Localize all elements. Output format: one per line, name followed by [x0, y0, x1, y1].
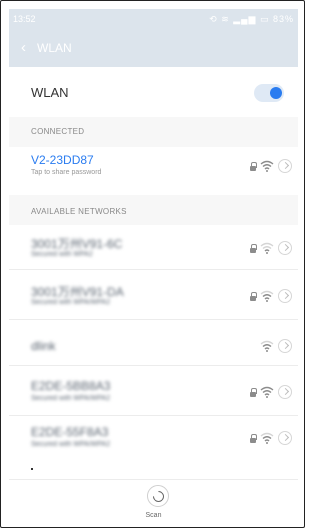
wifi-icon	[260, 242, 274, 254]
page-title: WLAN	[37, 41, 72, 55]
scan-bar: Scan	[9, 479, 298, 527]
available-section-band: AVAILABLE NETWORKS	[9, 195, 298, 225]
network-row[interactable]: dlink	[9, 327, 298, 365]
network-name: 3001万州V91-DA	[31, 285, 124, 299]
phone-frame: 13:52 ⟲ ≋ ▂▄▆ ▭ 83% ‹ WLAN WLAN CONNECTE…	[0, 0, 305, 528]
network-details-icon[interactable]	[278, 339, 292, 353]
wifi-icon	[260, 290, 274, 302]
divider	[9, 415, 298, 416]
connected-section-label: CONNECTED	[31, 127, 85, 136]
network-details-icon[interactable]	[278, 289, 292, 303]
network-row[interactable]: 3001万州V91-6C Secured with WPA2	[9, 229, 298, 267]
network-icons	[260, 337, 292, 355]
network-row[interactable]: E2DE-5BB8A3 Secured with WPA/WPA2	[9, 373, 298, 411]
network-name: E2DE-5BB8A3	[31, 379, 111, 393]
network-details-icon[interactable]	[278, 431, 292, 445]
divider	[9, 319, 298, 320]
network-icons	[250, 157, 292, 175]
network-subtitle: Secured with WPA/WPA2	[31, 299, 111, 306]
available-section-label: AVAILABLE NETWORKS	[31, 207, 127, 216]
lock-icon	[250, 387, 257, 397]
wlan-toggle[interactable]	[254, 84, 284, 102]
lock-icon	[250, 161, 257, 171]
toggle-knob	[270, 87, 282, 99]
wlan-label: WLAN	[31, 85, 69, 100]
connected-section-band: CONNECTED	[9, 117, 298, 147]
lock-icon	[250, 291, 257, 301]
network-name: dlink	[31, 339, 56, 353]
network-name: 3001万州V91-6C	[31, 237, 123, 251]
wlan-toggle-row[interactable]: WLAN	[9, 69, 298, 117]
status-icons: ⟲ ≋ ▂▄▆ ▭ 83%	[209, 14, 294, 24]
connected-network-row[interactable]: V2-23DD87 Tap to share password	[9, 147, 298, 185]
scan-label[interactable]: Scan	[9, 512, 298, 519]
network-subtitle: Secured with WPA/WPA2	[31, 441, 111, 448]
more-networks-indicator	[31, 468, 33, 470]
network-row[interactable]: 3001万州V91-DA Secured with WPA/WPA2	[9, 277, 298, 315]
back-arrow-icon[interactable]: ‹	[21, 39, 26, 56]
wifi-icon	[260, 160, 274, 172]
network-icons	[250, 239, 292, 257]
wifi-icon	[260, 340, 274, 352]
divider	[9, 365, 298, 366]
network-row[interactable]: E2DE-55F8A3 Secured with WPA/WPA2	[9, 419, 298, 457]
wifi-icon	[260, 386, 274, 398]
lock-icon	[250, 243, 257, 253]
network-details-icon[interactable]	[278, 241, 292, 255]
network-details-icon[interactable]	[278, 385, 292, 399]
app-bar: ‹ WLAN	[9, 31, 298, 67]
wifi-icon	[260, 432, 274, 444]
network-icons	[250, 287, 292, 305]
divider	[9, 269, 298, 270]
network-name: V2-23DD87	[31, 153, 94, 167]
network-subtitle: Secured with WPA/WPA2	[31, 395, 111, 402]
lock-icon	[250, 433, 257, 443]
scan-button-icon[interactable]	[147, 485, 169, 507]
network-subtitle: Secured with WPA2	[31, 251, 93, 258]
status-time: 13:52	[13, 14, 36, 24]
network-name: E2DE-55F8A3	[31, 425, 109, 439]
status-bar: 13:52 ⟲ ≋ ▂▄▆ ▭ 83%	[9, 9, 298, 31]
network-subtitle: Tap to share password	[31, 169, 102, 176]
network-icons	[250, 383, 292, 401]
network-details-icon[interactable]	[278, 159, 292, 173]
network-icons	[250, 429, 292, 447]
